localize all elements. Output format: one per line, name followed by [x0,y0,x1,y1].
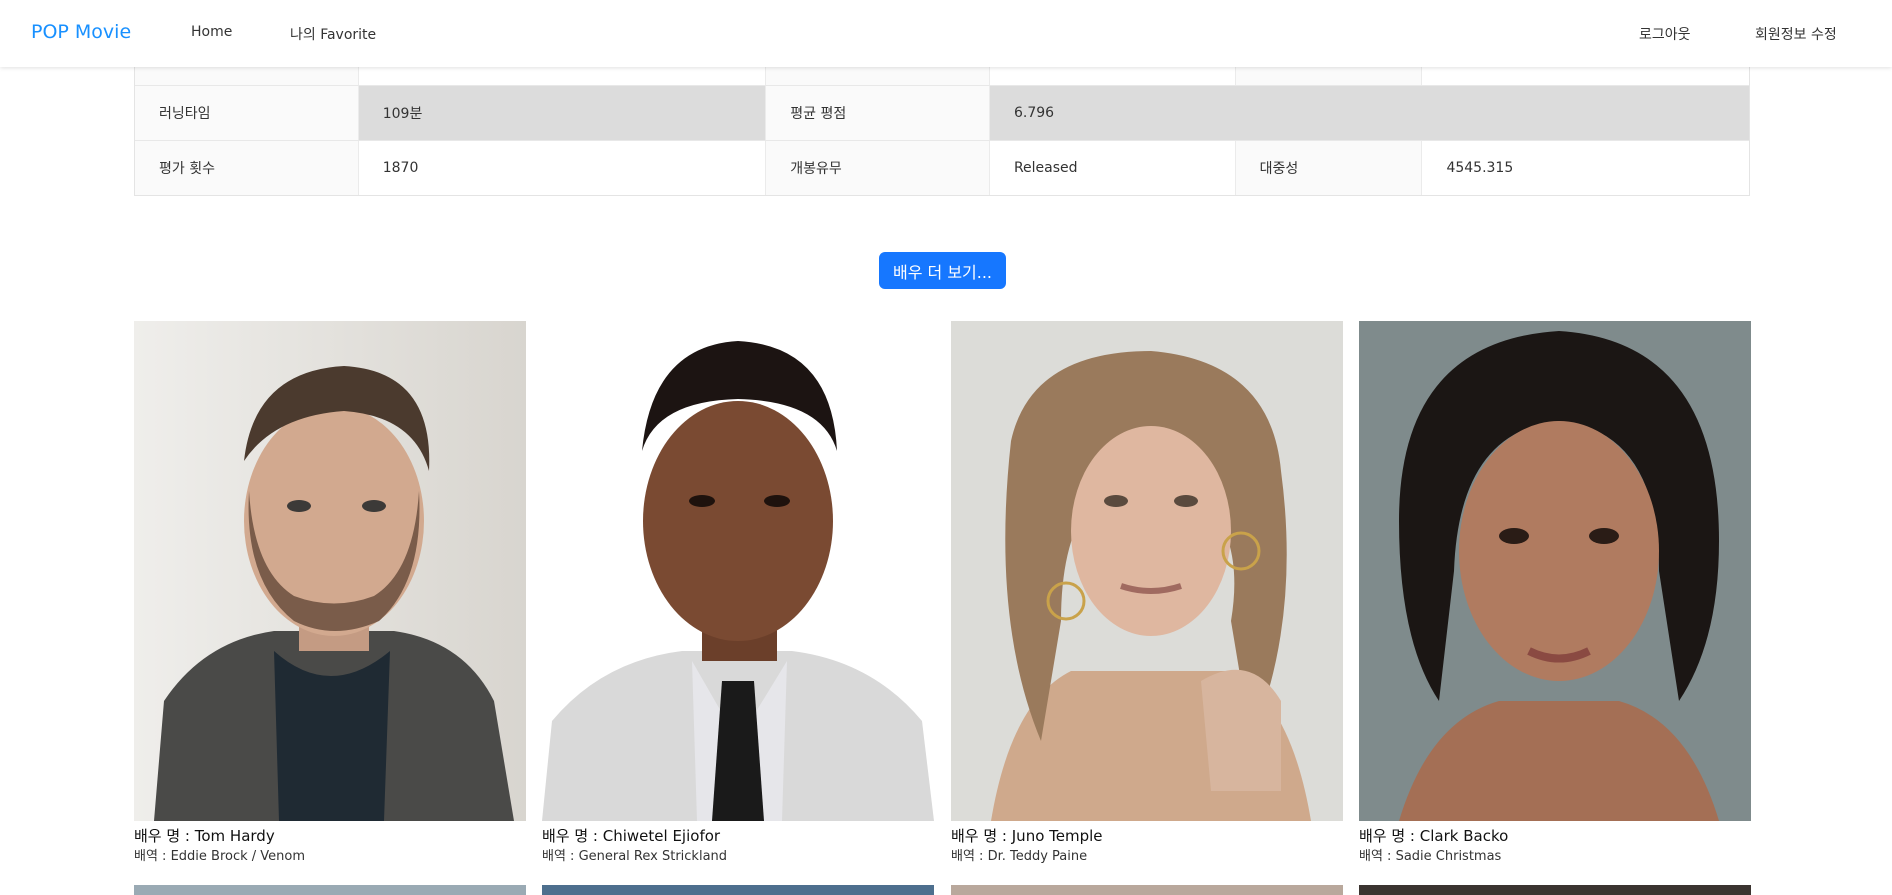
release-status-label: 개봉유무 [766,141,990,195]
avg-rating-value: 6.796 [989,86,1749,140]
actor-card-partial[interactable] [1359,885,1751,895]
nav-favorite-link[interactable]: 나의 Favorite [290,24,376,44]
actor-role: 배역 : Sadie Christmas [1359,849,1502,864]
actor-name: 배우 명 : Tom Hardy [134,827,275,845]
actor-card-partial[interactable] [134,885,526,895]
runtime-label: 러닝타임 [135,86,359,140]
page-content: 러닝타임 109분 평균 평점 6.796 평가 횟수 1870 개봉유무 Re… [0,0,1892,895]
actor-card[interactable]: 배우 명 : Clark Backo 배역 : Sadie Christmas [1359,321,1751,866]
top-navbar: POP Movie Home 나의 Favorite 로그아웃 회원정보 수정 [0,0,1892,67]
actor-card[interactable]: 배우 명 : Chiwetel Ejiofor 배역 : General Rex… [542,321,934,866]
popularity-label: 대중성 [1235,141,1423,195]
more-actors-button[interactable]: 배우 더 보기... [879,252,1006,289]
popularity-value: 4545.315 [1422,141,1750,195]
edit-profile-link[interactable]: 회원정보 수정 [1755,24,1837,44]
nav-home-link[interactable]: Home [191,24,232,40]
actor-card-partial[interactable] [951,885,1343,895]
actor-photo[interactable] [951,321,1343,821]
actor-role: 배역 : Eddie Brock / Venom [134,849,306,864]
actor-role: 배역 : Dr. Teddy Paine [951,849,1088,864]
actor-card-partial[interactable] [542,885,934,895]
actor-name: 배우 명 : Chiwetel Ejiofor [542,827,721,845]
runtime-value: 109분 [358,86,767,140]
actor-photo[interactable] [1359,321,1751,821]
actor-name: 배우 명 : Juno Temple [951,827,1103,845]
actor-role: 배역 : General Rex Strickland [542,849,728,864]
actor-photo[interactable] [542,321,934,821]
movie-details-table: 러닝타임 109분 평균 평점 6.796 평가 횟수 1870 개봉유무 Re… [134,50,1750,196]
brand-logo[interactable]: POP Movie [31,21,131,43]
actor-photo[interactable] [134,321,526,821]
vote-count-value: 1870 [358,141,767,195]
vote-count-label: 평가 횟수 [135,141,359,195]
actor-name: 배우 명 : Clark Backo [1359,827,1509,845]
avg-rating-label: 평균 평점 [766,86,990,140]
table-row: 평가 횟수 1870 개봉유무 Released 대중성 4545.315 [135,140,1750,195]
actor-card[interactable]: 배우 명 : Juno Temple 배역 : Dr. Teddy Paine [951,321,1343,866]
release-status-value: Released [989,141,1236,195]
logout-link[interactable]: 로그아웃 [1639,24,1691,44]
actor-card[interactable]: 배우 명 : Tom Hardy 배역 : Eddie Brock / Veno… [134,321,526,866]
table-row: 러닝타임 109분 평균 평점 6.796 [135,85,1749,140]
